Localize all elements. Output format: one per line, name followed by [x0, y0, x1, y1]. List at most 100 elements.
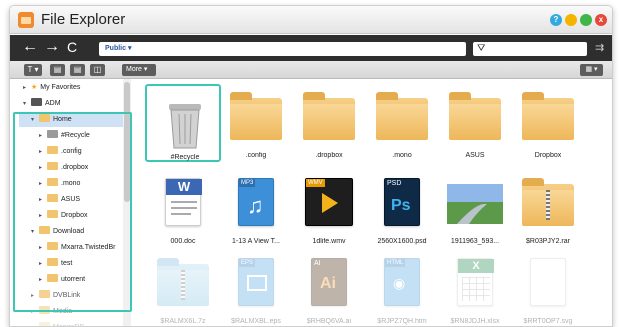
file-name-label: #Recycle	[170, 154, 200, 161]
sidebar-item-adm[interactable]: ▾ ADM	[23, 97, 61, 111]
collapse-arrow-icon[interactable]: ▸	[39, 209, 47, 223]
more-dropdown[interactable]: More ▾	[122, 64, 156, 76]
folder-icon	[47, 258, 58, 266]
sidebar-item-download[interactable]: ▾ Download	[31, 225, 84, 239]
collapse-arrow-icon[interactable]: ▸	[31, 289, 39, 303]
collapse-arrow-icon[interactable]: ▸	[39, 257, 47, 271]
folder-icon	[39, 114, 50, 122]
collapse-arrow-icon[interactable]: ▸	[39, 129, 47, 143]
expand-arrow-icon[interactable]: ▾	[31, 225, 39, 239]
file-tile[interactable]: .config	[218, 84, 294, 162]
expand-arrow-icon[interactable]: ▾	[23, 97, 31, 111]
sidebar-item-dropbox[interactable]: ▸ Dropbox	[39, 209, 87, 223]
sidebar-item-label: Mxarra.TwistedBr	[61, 244, 116, 251]
collapse-arrow-icon[interactable]: ▸	[39, 177, 47, 191]
collapse-arrow-icon[interactable]: ▸	[31, 321, 39, 326]
minimize-button[interactable]	[565, 14, 577, 26]
file-tile[interactable]: $RALMX6L.7z	[145, 250, 221, 326]
sidebar-scrollbar-thumb[interactable]	[124, 82, 130, 202]
delete-button[interactable]: ◫	[90, 64, 105, 76]
sidebar-item-label: My Favorites	[40, 84, 81, 91]
path-dropdown[interactable]: Public ▾	[99, 42, 466, 56]
file-name-label: .dropbox	[315, 152, 343, 159]
expand-arrow-icon[interactable]: ▾	[31, 113, 39, 127]
file-name-label: $R03PJY2.rar	[526, 238, 570, 245]
title-bar[interactable]: File Explorer ? x	[10, 6, 612, 34]
sidebar-item-label: #Recycle	[61, 132, 90, 139]
file-name-label: $RRT0OP7.svg	[523, 318, 573, 325]
file-tile[interactable]: EPS $RALMXBL.eps	[218, 250, 294, 326]
sort-icon[interactable]: ⇉	[595, 41, 604, 54]
help-button[interactable]: ?	[550, 14, 562, 26]
collapse-arrow-icon[interactable]: ▸	[39, 241, 47, 255]
sidebar-item-label: Home	[53, 116, 72, 123]
sidebar-item-label: .config	[61, 148, 82, 155]
new-item-button[interactable]: T ▾	[24, 64, 42, 76]
download-button[interactable]: ▤	[70, 64, 85, 76]
sidebar-item-media[interactable]: ▸ Media	[31, 305, 72, 319]
sidebar-item-label: Media	[53, 308, 73, 315]
file-tile[interactable]: HTML ◉ $RJPZ7QH.htm	[364, 250, 440, 326]
sidebar-item-dropbox[interactable]: ▸ .dropbox	[39, 161, 88, 175]
sidebar-item-asus[interactable]: ▸ ASUS	[39, 193, 80, 207]
sidebar-item-mongodb[interactable]: ▸MongoDB	[31, 321, 84, 326]
file-tile[interactable]: 1911963_593...	[437, 170, 513, 248]
sidebar-item-my-favorites[interactable]: ▸ ★ My Favorites	[23, 81, 80, 95]
folder-icon	[47, 178, 58, 186]
sidebar-item-recycle[interactable]: ▸ #Recycle	[39, 129, 90, 143]
file-tile[interactable]: #Recycle	[145, 84, 221, 162]
file-name-label: 1911963_593...	[450, 238, 500, 245]
collapse-arrow-icon[interactable]: ▸	[39, 145, 47, 159]
sidebar-item-dvblink[interactable]: ▸ DVBLink	[31, 289, 80, 303]
star-icon: ★	[31, 84, 38, 91]
sidebar-item-home[interactable]: ▾ Home	[31, 113, 72, 127]
server-icon	[31, 98, 42, 106]
collapse-arrow-icon[interactable]: ▸	[39, 193, 47, 207]
file-explorer-window: File Explorer ? x ← → C Public ▾ ⛛ ⇉ T ▾…	[9, 5, 613, 327]
folder-icon	[47, 194, 58, 202]
refresh-icon[interactable]: C	[67, 38, 77, 56]
file-tile[interactable]: .mono	[364, 84, 440, 162]
file-tile[interactable]: Dropbox	[510, 84, 586, 162]
file-tile[interactable]: AI Ai $RHBQ6VA.ai	[291, 250, 367, 326]
file-tile[interactable]: $R03PJY2.rar	[510, 170, 586, 248]
file-name-label: $RJPZ7QH.htm	[377, 318, 427, 325]
folder-icon	[39, 322, 50, 326]
close-button[interactable]: x	[595, 14, 607, 26]
file-tile[interactable]: X $RN8JDJH.xlsx	[437, 250, 513, 326]
file-tile[interactable]: .dropbox	[291, 84, 367, 162]
sidebar-item-label: .dropbox	[61, 164, 89, 171]
collapse-arrow-icon[interactable]: ▸	[39, 161, 47, 175]
maximize-button[interactable]	[580, 14, 592, 26]
upload-button[interactable]: ▤	[50, 64, 65, 76]
file-tile[interactable]: W 000.doc	[145, 170, 221, 248]
collapse-arrow-icon[interactable]: ▸	[31, 305, 39, 319]
folder-icon	[47, 162, 58, 170]
file-tile[interactable]: ASUS	[437, 84, 513, 162]
view-mode-dropdown[interactable]: ▦ ▾	[580, 64, 603, 76]
sidebar-item-label: ADM	[45, 100, 61, 107]
sidebar-item-test[interactable]: ▸ test	[39, 257, 72, 271]
sidebar-item-utorrent[interactable]: ▸ utorrent	[39, 273, 85, 287]
sidebar-scrollbar[interactable]	[123, 79, 131, 326]
file-name-label: 2560X1600.psd	[377, 238, 427, 245]
file-name-label: 000.doc	[170, 238, 196, 245]
file-tile[interactable]: MP3 ♫ 1-13 A View T...	[218, 170, 294, 248]
back-arrow-icon[interactable]: ←	[22, 38, 38, 56]
file-tile[interactable]: $RRT0OP7.svg	[510, 250, 586, 326]
file-name-label: ASUS	[465, 152, 485, 159]
file-tile[interactable]: PSD Ps 2560X1600.psd	[364, 170, 440, 248]
file-tile[interactable]: WMV 1dlife.wmv	[291, 170, 367, 248]
file-name-label: $RN8JDJH.xlsx	[450, 318, 500, 325]
collapse-arrow-icon[interactable]: ▸	[23, 81, 31, 95]
filter-icon: ⛛	[477, 43, 486, 54]
folder-icon	[47, 274, 58, 282]
collapse-arrow-icon[interactable]: ▸	[39, 273, 47, 287]
file-name-label: $RALMX6L.7z	[160, 318, 206, 325]
sidebar-item-mxarra-twistedbr[interactable]: ▸ Mxarra.TwistedBr	[39, 241, 115, 255]
filter-input[interactable]: ⛛	[473, 42, 587, 56]
forward-arrow-icon[interactable]: →	[44, 38, 60, 56]
sidebar-item-label: ASUS	[61, 196, 81, 203]
sidebar-item-mono[interactable]: ▸ .mono	[39, 177, 80, 191]
sidebar-item-config[interactable]: ▸ .config	[39, 145, 82, 159]
